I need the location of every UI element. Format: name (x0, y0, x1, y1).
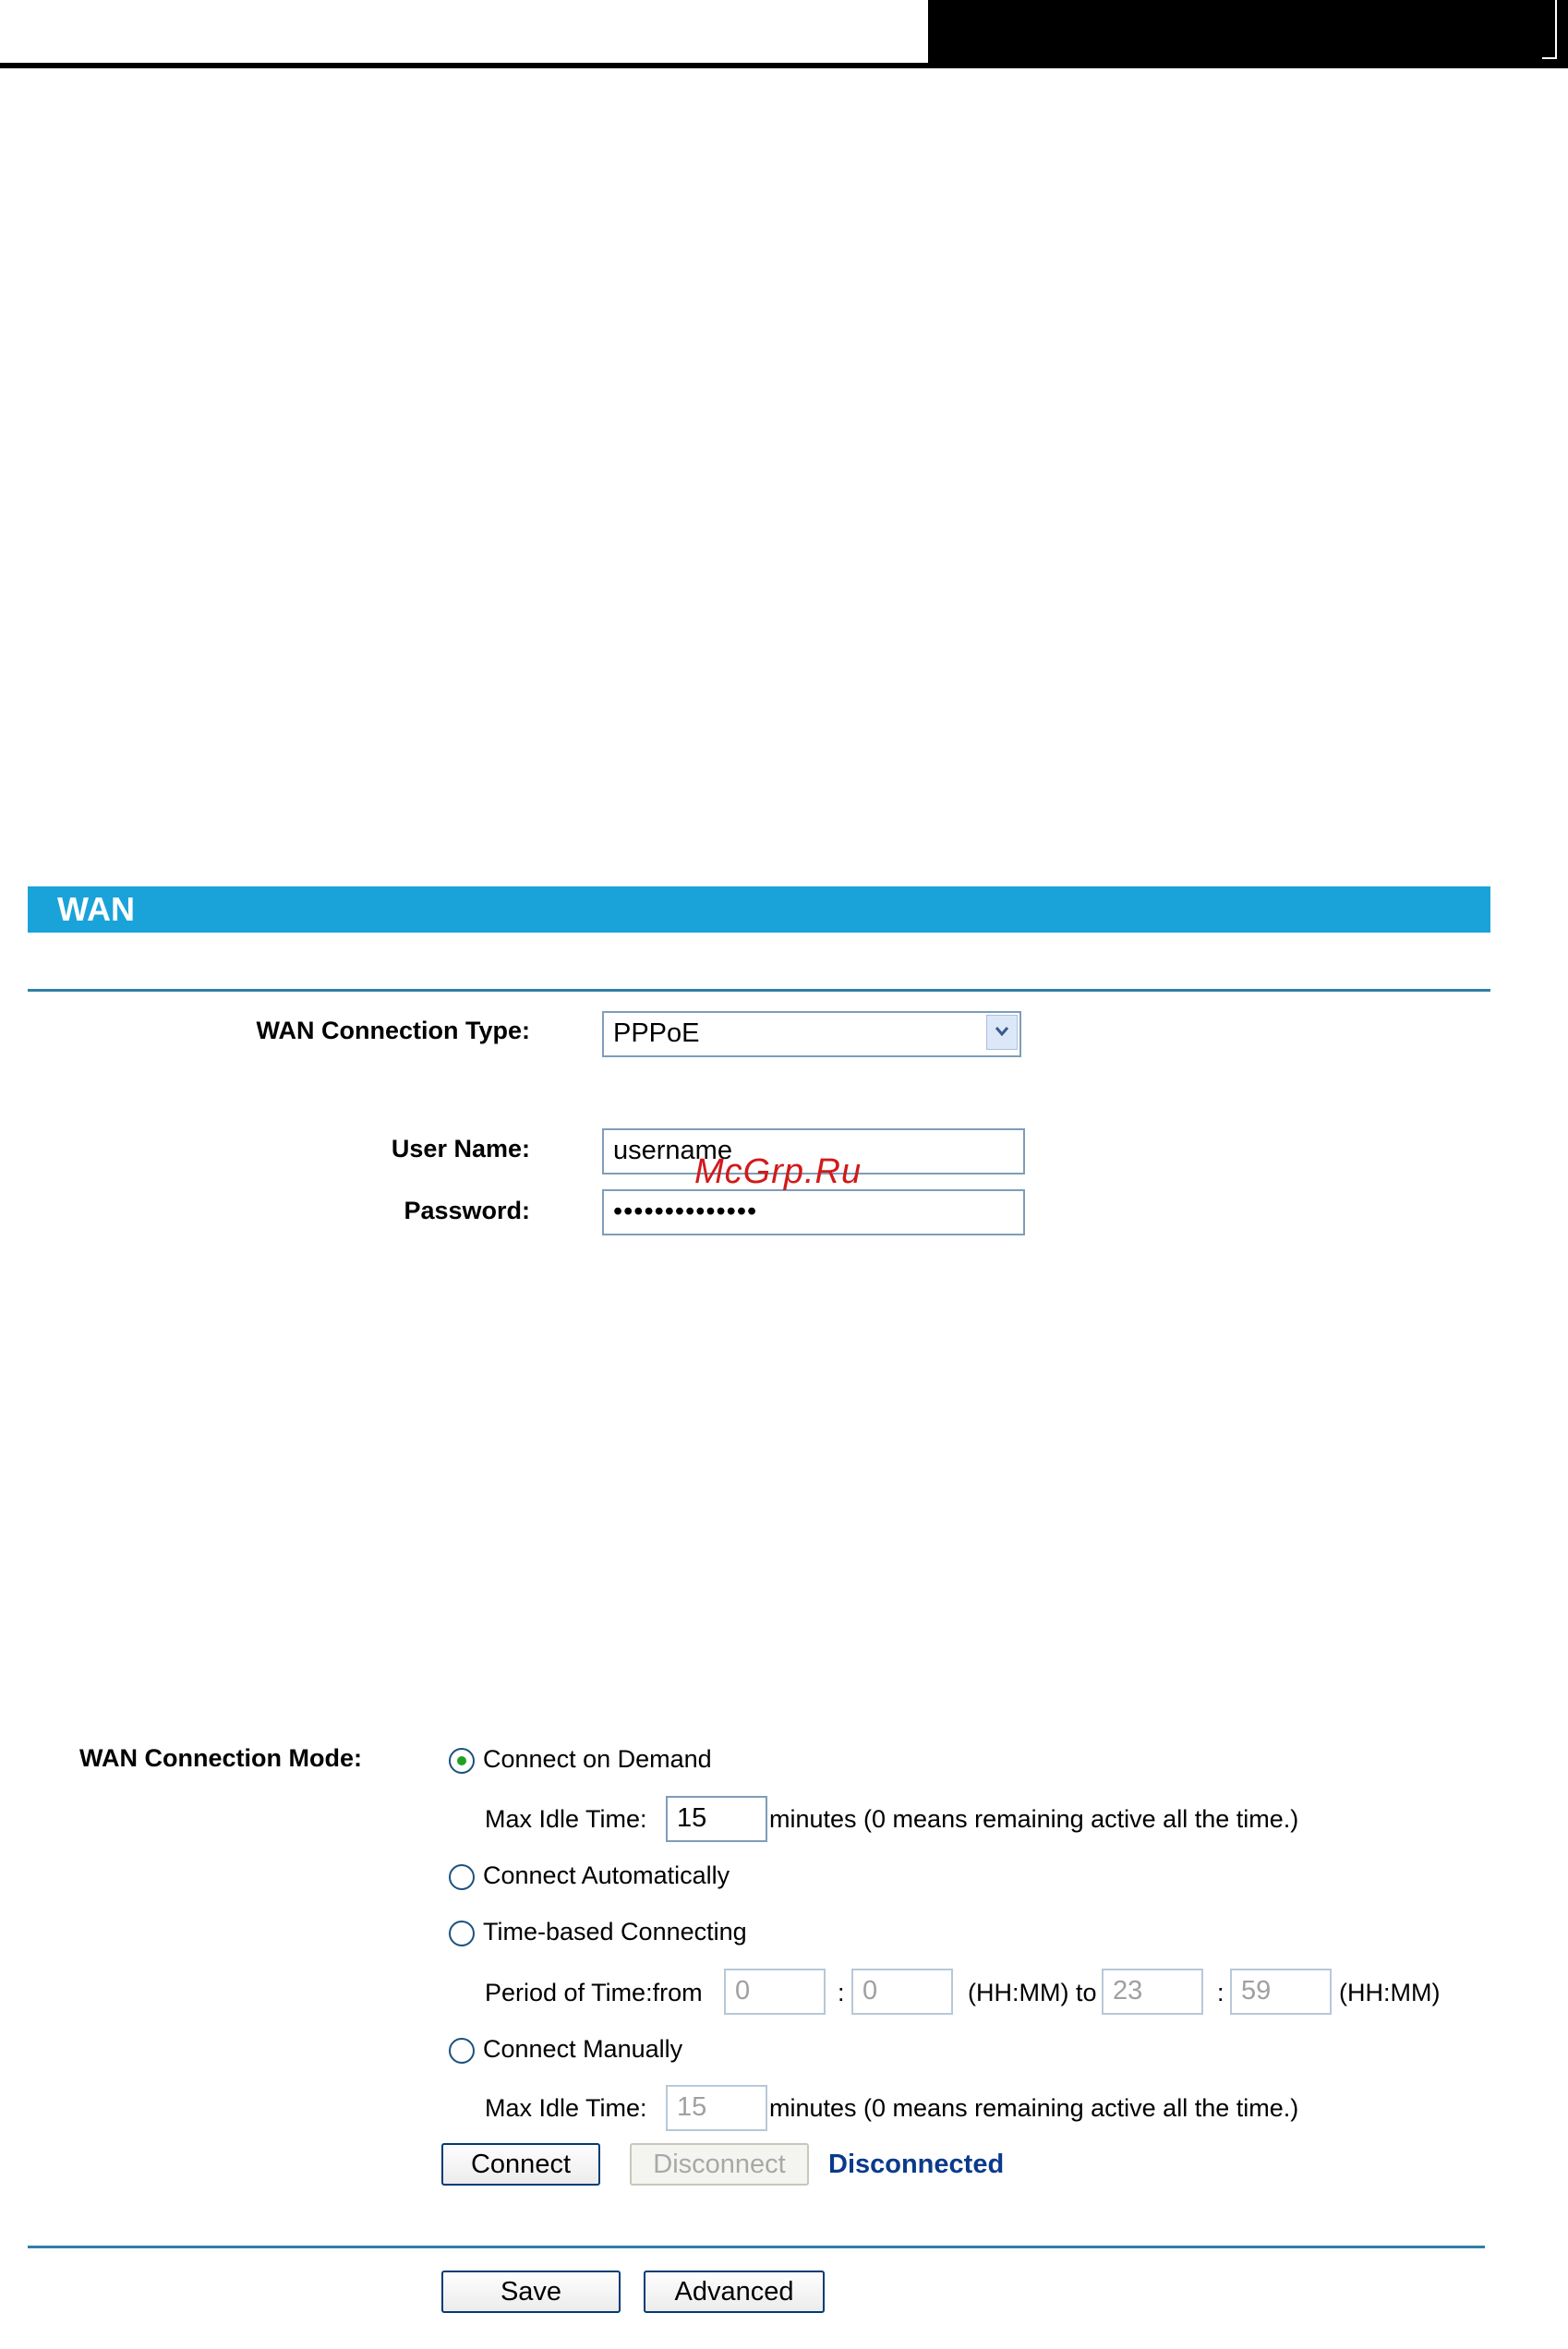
radio-connect-on-demand[interactable] (449, 1748, 475, 1774)
wan-type-select[interactable]: PPPoE (602, 1011, 1021, 1057)
period-label: Period of Time:from (485, 1979, 703, 2006)
demand-idle-input[interactable]: 15 (666, 1796, 767, 1842)
period-suffix: (HH:MM) (1339, 1979, 1441, 2006)
period-to-minute-input[interactable]: 59 (1230, 1969, 1332, 2015)
period-mid-label: (HH:MM) to (968, 1979, 1097, 2006)
radio-connect-manually[interactable] (449, 2038, 475, 2064)
page-header-rule (0, 63, 928, 68)
manual-idle-label: Max Idle Time: (485, 2094, 647, 2122)
option-connect-manually: Connect Manually (483, 2035, 683, 2063)
radio-selected-dot (457, 1756, 466, 1765)
password-label: Password: (404, 1197, 530, 1224)
password-input[interactable]: •••••••••••••• (602, 1189, 1025, 1235)
period-sep-1: : (838, 1979, 845, 2006)
wan-type-label: WAN Connection Type: (256, 1017, 531, 1044)
chevron-down-icon[interactable] (986, 1015, 1018, 1050)
page-title: WAN (57, 890, 135, 928)
demand-idle-suffix: minutes (0 means remaining active all th… (769, 1805, 1299, 1833)
connection-status: Disconnected (828, 2150, 1005, 2179)
wan-mode-label: WAN Connection Mode: (79, 1744, 362, 1772)
wan-title-bar: WAN (28, 886, 1490, 933)
page-header-block (928, 0, 1568, 68)
watermark-text: McGrp.Ru (694, 1152, 862, 1191)
radio-time-based[interactable] (449, 1921, 475, 1946)
disconnect-button[interactable]: Disconnect (630, 2143, 809, 2186)
demand-idle-label: Max Idle Time: (485, 1805, 647, 1833)
page-header-corner (1542, 0, 1557, 59)
radio-connect-automatically[interactable] (449, 1864, 475, 1890)
connect-button[interactable]: Connect (441, 2143, 600, 2186)
save-button[interactable]: Save (441, 2271, 621, 2313)
period-from-hour-input[interactable]: 0 (724, 1969, 826, 2015)
wan-type-value: PPPoE (613, 1018, 700, 1048)
option-connect-automatically: Connect Automatically (483, 1861, 730, 1889)
username-label: User Name: (391, 1135, 530, 1162)
period-to-hour-input[interactable]: 23 (1102, 1969, 1203, 2015)
period-sep-2: : (1217, 1979, 1224, 2006)
bottom-divider (28, 2246, 1485, 2248)
option-time-based: Time-based Connecting (483, 1918, 747, 1945)
manual-idle-suffix: minutes (0 means remaining active all th… (769, 2094, 1299, 2122)
period-from-minute-input[interactable]: 0 (851, 1969, 953, 2015)
top-divider (28, 989, 1490, 992)
manual-idle-input[interactable]: 15 (666, 2085, 767, 2131)
advanced-button[interactable]: Advanced (644, 2271, 825, 2313)
option-connect-on-demand: Connect on Demand (483, 1745, 712, 1773)
